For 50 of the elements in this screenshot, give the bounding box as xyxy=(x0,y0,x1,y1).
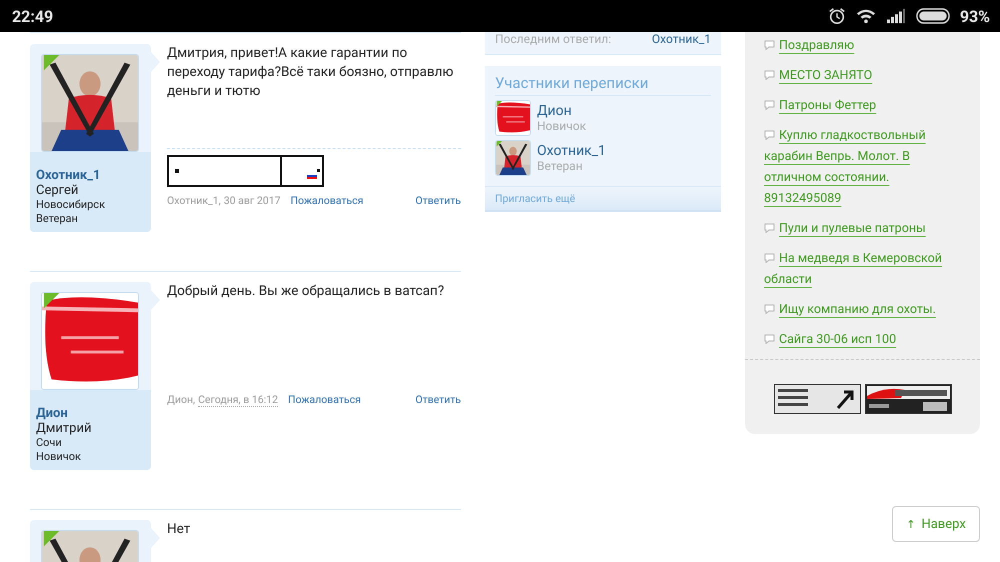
comment-icon xyxy=(764,304,775,314)
alarm-icon xyxy=(828,7,846,25)
participant-rank: Ветеран xyxy=(537,159,584,173)
user-city: Сочи xyxy=(36,436,63,450)
reply-link[interactable]: Ответить xyxy=(415,193,461,209)
reply-link[interactable]: Ответить xyxy=(415,392,461,408)
topic-link[interactable]: Куплю гладкоствольный карабин Вепрь. Молот. В отличном состоянии. 89132495089 xyxy=(764,125,955,209)
comment-icon xyxy=(764,130,775,140)
topic-link[interactable]: Патроны Феттер xyxy=(764,95,955,116)
post-date-link[interactable]: Сегодня, в 16:12 xyxy=(198,393,278,407)
wifi-icon xyxy=(856,8,876,24)
username-link[interactable]: Охотник_1 xyxy=(652,32,711,47)
post-date: 30 авг 2017 xyxy=(224,193,281,209)
battery-percentage: 93% xyxy=(960,6,990,26)
real-name: Сергей xyxy=(36,183,80,198)
topic-link[interactable]: Сайга 30-06 исп 100 xyxy=(764,329,955,350)
username-link[interactable]: Дион xyxy=(36,406,145,421)
clock-time: 22:49 xyxy=(12,6,54,26)
post-author: Дион, xyxy=(167,392,196,408)
last-reply-label: Последним ответил: xyxy=(495,32,612,47)
message-text: Нет xyxy=(167,520,192,539)
comment-icon xyxy=(764,40,775,50)
scroll-top-button[interactable]: ↑ Наверх xyxy=(892,506,980,542)
participant-link[interactable]: Охотник_1 xyxy=(537,143,606,159)
user-rank: Новичок xyxy=(36,450,82,464)
user-city: Новосибирск xyxy=(36,198,106,212)
message-text: Дмитрия, привет!А какие гарантии по переходу тарифа?Всё таки боязно, отправлю деньги и тютю xyxy=(167,44,454,101)
participant-link[interactable]: Дион xyxy=(537,103,586,119)
topic-link[interactable]: Пули и пулевые патроны xyxy=(764,218,955,239)
comment-icon xyxy=(764,334,775,344)
topic-link[interactable]: МЕСТО ЗАНЯТО xyxy=(764,65,955,86)
report-link[interactable]: Пожаловаться xyxy=(288,392,361,408)
topic-link[interactable]: Ищу компанию для охоты. xyxy=(764,299,955,320)
signal-icon xyxy=(886,8,906,24)
topic-link[interactable]: Поздравляю xyxy=(764,35,955,56)
message-text: Добрый день. Вы же обращались в ватсап? xyxy=(167,282,446,301)
post-author: Охотник_1, xyxy=(167,193,221,209)
user-rank: Ветеран xyxy=(36,212,79,226)
comment-icon xyxy=(764,70,775,80)
comment-icon xyxy=(764,253,775,263)
participant-rank: Новичок xyxy=(537,119,586,133)
panel-title: Участники переписки xyxy=(495,66,711,96)
username-link[interactable]: Охотник_1 xyxy=(36,168,145,183)
invite-link[interactable]: Пригласить ещё xyxy=(485,186,721,212)
battery-icon xyxy=(916,8,950,24)
comment-icon xyxy=(764,100,775,110)
report-link[interactable]: Пожаловаться xyxy=(290,193,364,209)
comment-icon xyxy=(764,223,775,233)
real-name: Дмитрий xyxy=(36,421,92,436)
topic-link[interactable]: На медведя в Кемеровской области xyxy=(764,248,955,290)
